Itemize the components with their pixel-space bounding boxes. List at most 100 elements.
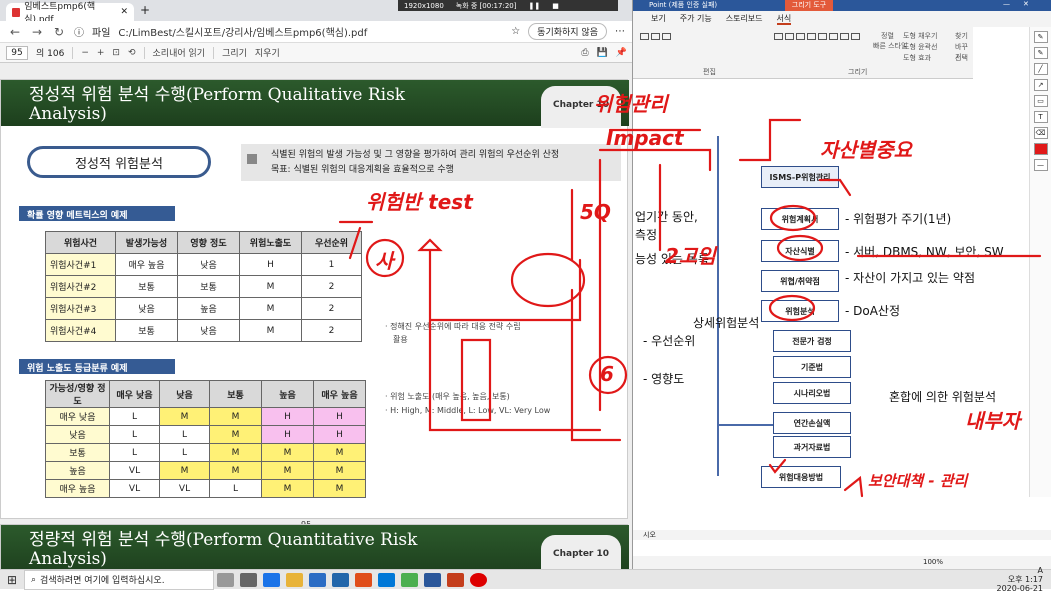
- save-icon[interactable]: 💾: [597, 48, 608, 58]
- draw-button[interactable]: 그리기: [222, 46, 247, 59]
- flow-box[interactable]: 자산식별: [761, 240, 839, 262]
- word-icon[interactable]: [424, 573, 441, 587]
- flow-box[interactable]: 과거자료법: [773, 436, 851, 458]
- office-icon[interactable]: [355, 573, 372, 587]
- align-buttons[interactable]: [639, 31, 699, 44]
- refresh-icon[interactable]: ↻: [52, 25, 66, 39]
- pin-icon[interactable]: 📌: [616, 48, 627, 58]
- pause-icon[interactable]: ❚❚: [528, 2, 540, 10]
- align-left-icon[interactable]: [640, 33, 649, 40]
- line-icon[interactable]: ╱: [1034, 63, 1048, 75]
- zoom-out-button[interactable]: −: [81, 48, 89, 58]
- recorder-icon[interactable]: [470, 573, 487, 587]
- edge-icon[interactable]: [263, 573, 280, 587]
- address-input[interactable]: C:/LimBest/스킬시포트/강리사/임베스트pmp6(핵심).pdf: [118, 24, 503, 39]
- pdf-favicon-icon: [12, 8, 20, 17]
- erase-button[interactable]: 지우기: [255, 46, 280, 59]
- read-aloud-button[interactable]: 소리내어 읽기: [153, 46, 206, 59]
- store-icon[interactable]: [332, 573, 349, 587]
- close-window-icon[interactable]: ✕: [1023, 0, 1029, 8]
- powerpoint-window: Point (제품 인증 실패) 그리기 도구 — ✕ 보기 주가 기능 스토리…: [633, 0, 1051, 569]
- taskbar-search[interactable]: ⌕ 검색하려면 여기에 입력하십시오.: [24, 570, 214, 590]
- shape-fill-button[interactable]: 도형 채우기: [903, 31, 937, 41]
- flow-box[interactable]: 위험분석: [761, 300, 839, 322]
- shape-icon[interactable]: [829, 33, 838, 40]
- rotate-icon[interactable]: ⟲: [128, 48, 136, 58]
- flow-box[interactable]: 연간손실액: [773, 412, 851, 434]
- table-row: 위험사건#4 보통 낮음 M 2: [46, 320, 362, 342]
- tab-format[interactable]: 서식: [777, 13, 792, 25]
- slide-text: - 영향도: [643, 370, 684, 387]
- favorite-icon[interactable]: ☆: [511, 26, 520, 37]
- eraser-icon[interactable]: ⌫: [1034, 127, 1048, 139]
- flow-box[interactable]: 시나리오법: [773, 382, 851, 404]
- windows-start-icon[interactable]: ⊞: [0, 573, 24, 587]
- chrome-icon[interactable]: [401, 573, 418, 587]
- highlighter-icon[interactable]: ✎: [1034, 47, 1048, 59]
- close-tab-icon[interactable]: ✕: [120, 7, 128, 17]
- shape-icon[interactable]: [840, 33, 849, 40]
- flow-box[interactable]: 위협/취약점: [761, 270, 839, 292]
- flow-box[interactable]: 위험대응방법: [761, 466, 841, 488]
- align-center-icon[interactable]: [651, 33, 660, 40]
- shape-icon[interactable]: [796, 33, 805, 40]
- shape-icon[interactable]: [818, 33, 827, 40]
- align-right-icon[interactable]: [662, 33, 671, 40]
- arrow-icon[interactable]: ↗: [1034, 79, 1048, 91]
- table-cell: M: [240, 298, 302, 320]
- flow-box[interactable]: 기준법: [773, 356, 851, 378]
- flow-box[interactable]: 전문가 검정: [773, 330, 851, 352]
- shape-icon[interactable]: [774, 33, 783, 40]
- tab-addins[interactable]: 주가 기능: [680, 13, 712, 25]
- new-tab-icon[interactable]: +: [140, 3, 150, 17]
- explorer-icon[interactable]: [286, 573, 303, 587]
- app-icon[interactable]: [378, 573, 395, 587]
- shape-gallery[interactable]: [773, 31, 863, 44]
- table-cell: VL: [160, 480, 210, 498]
- more-icon[interactable]: ⋯: [615, 26, 625, 37]
- divider: [213, 47, 214, 59]
- browser-tab[interactable]: 임베스트pmp6(핵심).pdf ✕: [6, 3, 134, 21]
- shape-effect-button[interactable]: 도형 효과: [903, 53, 931, 63]
- shape-icon[interactable]: [851, 33, 860, 40]
- clear-icon[interactable]: —: [1034, 159, 1048, 171]
- fit-page-icon[interactable]: ⊡: [112, 48, 120, 58]
- print-icon[interactable]: ⎙: [581, 48, 588, 58]
- flow-box[interactable]: 위험계획서: [761, 208, 839, 230]
- mail-icon[interactable]: [309, 573, 326, 587]
- powerpoint-icon[interactable]: [447, 573, 464, 587]
- settings-icon[interactable]: [240, 573, 257, 587]
- forward-icon[interactable]: →: [30, 25, 44, 39]
- find-button[interactable]: 찾기: [955, 31, 968, 41]
- tab-view[interactable]: 보기: [651, 13, 666, 25]
- pdf-viewport[interactable]: 정성적 위험 분석 수행(Perform Qualitative Risk An…: [0, 63, 633, 569]
- zoom-in-button[interactable]: +: [97, 48, 105, 58]
- task-view-icon[interactable]: [217, 573, 234, 587]
- tab-storyboard[interactable]: 스토리보드: [726, 13, 763, 25]
- sync-button[interactable]: 동기화하지 않음: [528, 23, 607, 40]
- shape-icon[interactable]: [785, 33, 794, 40]
- pen-icon[interactable]: ✎: [1034, 31, 1048, 43]
- rectangle-icon[interactable]: ▭: [1034, 95, 1048, 107]
- clock-time[interactable]: 오후 1:17: [997, 575, 1044, 584]
- stop-icon[interactable]: ■: [552, 2, 559, 10]
- red-color-swatch[interactable]: [1034, 143, 1048, 155]
- back-icon[interactable]: ←: [8, 25, 22, 39]
- zoom-level[interactable]: 100%: [923, 558, 943, 566]
- flow-box-top[interactable]: ISMS-P위험관리: [761, 166, 839, 188]
- select-button[interactable]: 선택: [955, 53, 968, 63]
- slide-title: 정성적 위험 분석 수행(Perform Qualitative Risk An…: [29, 86, 459, 124]
- shape-icon[interactable]: [807, 33, 816, 40]
- shape-outline-button[interactable]: 도형 윤곽선: [903, 42, 937, 52]
- table-header: 우선순위: [302, 232, 362, 254]
- arrange-button[interactable]: 정렬: [881, 31, 894, 41]
- slide-text: 업기간 동안,: [635, 208, 698, 225]
- ppt-status-bar: 100%: [633, 556, 1051, 569]
- ink-note: 5Q: [580, 200, 611, 224]
- pen-toolbar: ✎ ✎ ╱ ↗ ▭ T ⌫ —: [1029, 27, 1051, 497]
- ribbon-tabs: 보기 주가 기능 스토리보드 서식: [633, 11, 1051, 27]
- text-icon[interactable]: T: [1034, 111, 1048, 123]
- page-number-input[interactable]: 95: [6, 46, 28, 60]
- minimize-icon[interactable]: —: [1003, 0, 1010, 8]
- input-language[interactable]: A: [1038, 566, 1043, 575]
